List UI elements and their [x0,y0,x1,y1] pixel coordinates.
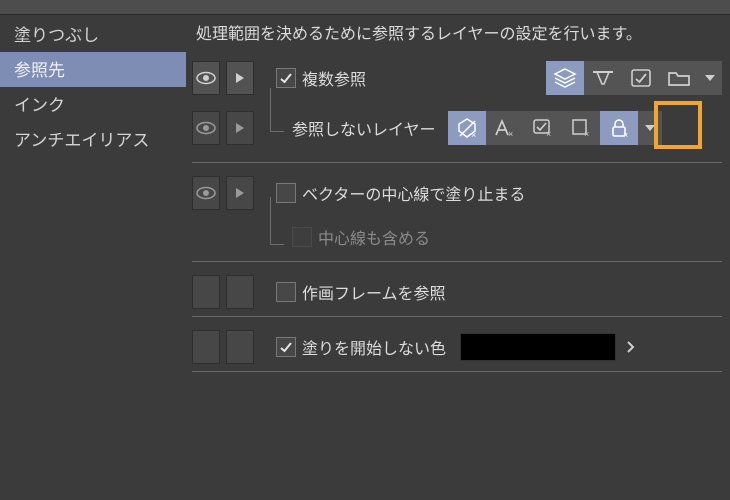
checked-set-icon[interactable] [622,61,660,95]
expand-toggle[interactable] [226,330,254,364]
settings-main: 処理範囲を決めるために参照するレイヤーの設定を行います。 複数参照 [186,15,730,500]
exclude-paper-icon[interactable]: × [562,111,600,145]
reference-target-icon[interactable] [584,61,622,95]
tree-connector [260,108,286,148]
section-divider [192,371,722,372]
multi-reference-mode-group [546,61,722,95]
exclude-draft-icon[interactable]: × [448,111,486,145]
no-start-color-swatch[interactable] [460,333,616,361]
folder-icon[interactable] [660,61,698,95]
svg-text:×: × [546,129,551,138]
category-sidebar: 塗りつぶし 参照先 インク アンチエイリアス [0,15,186,500]
expand-toggle[interactable] [226,176,254,210]
row-no-start-color: 塗りを開始しない色 [192,327,722,367]
row-include-centerline: 中心線も含める [192,217,722,257]
sidebar-item-reference[interactable]: 参照先 [0,52,186,87]
vector-centerline-label: ベクターの中心線で塗り止まる [302,181,525,205]
svg-text:×: × [584,129,589,138]
expand-toggle[interactable] [226,275,254,309]
exclude-text-icon[interactable]: × [486,111,524,145]
no-start-color-label: 塗りを開始しない色 [302,335,446,359]
svg-text:×: × [508,129,513,138]
multi-reference-label: 複数参照 [302,66,366,90]
sidebar-item-fill[interactable]: 塗りつぶし [0,17,186,52]
visibility-toggle[interactable] [192,330,220,364]
sidebar-item-antialias[interactable]: アンチエイリアス [0,122,186,157]
tree-connector [260,217,286,257]
multi-reference-checkbox[interactable] [276,68,296,88]
exclude-edited-icon[interactable]: × [524,111,562,145]
visibility-toggle[interactable] [192,176,220,210]
frame-reference-label: 作画フレームを参照 [302,280,446,304]
row-not-reference-layer: 参照しないレイヤー × × × × × [192,108,722,148]
section-divider [192,162,722,163]
row-frame-reference: 作画フレームを参照 [192,272,722,312]
include-centerline-checkbox[interactable] [292,227,312,247]
visibility-toggle[interactable] [192,111,220,145]
not-reference-layer-label: 参照しないレイヤー [292,116,436,140]
frame-reference-checkbox[interactable] [276,282,296,302]
visibility-toggle[interactable] [192,61,220,95]
exclude-locked-icon[interactable]: × [600,111,638,145]
include-centerline-label: 中心線も含める [318,225,430,249]
panel-header-strip [0,0,730,15]
panel-body: 塗りつぶし 参照先 インク アンチエイリアス 処理範囲を決めるために参照するレイ… [0,15,730,500]
exclude-mode-group: × × × × × [448,111,662,145]
color-detail-chevron[interactable] [622,340,638,354]
exclude-dropdown[interactable] [638,111,662,145]
sidebar-item-ink[interactable]: インク [0,87,186,122]
visibility-toggle[interactable] [192,275,220,309]
layers-mode-icon[interactable] [546,61,584,95]
section-divider [192,261,722,262]
section-divider [192,316,722,317]
svg-text:×: × [623,130,628,139]
multi-reference-dropdown[interactable] [698,61,722,95]
svg-text:×: × [471,130,476,139]
section-description: 処理範囲を決めるために参照するレイヤーの設定を行います。 [192,21,722,58]
no-start-color-checkbox[interactable] [276,337,296,357]
expand-toggle[interactable] [226,111,254,145]
expand-toggle[interactable] [226,61,254,95]
